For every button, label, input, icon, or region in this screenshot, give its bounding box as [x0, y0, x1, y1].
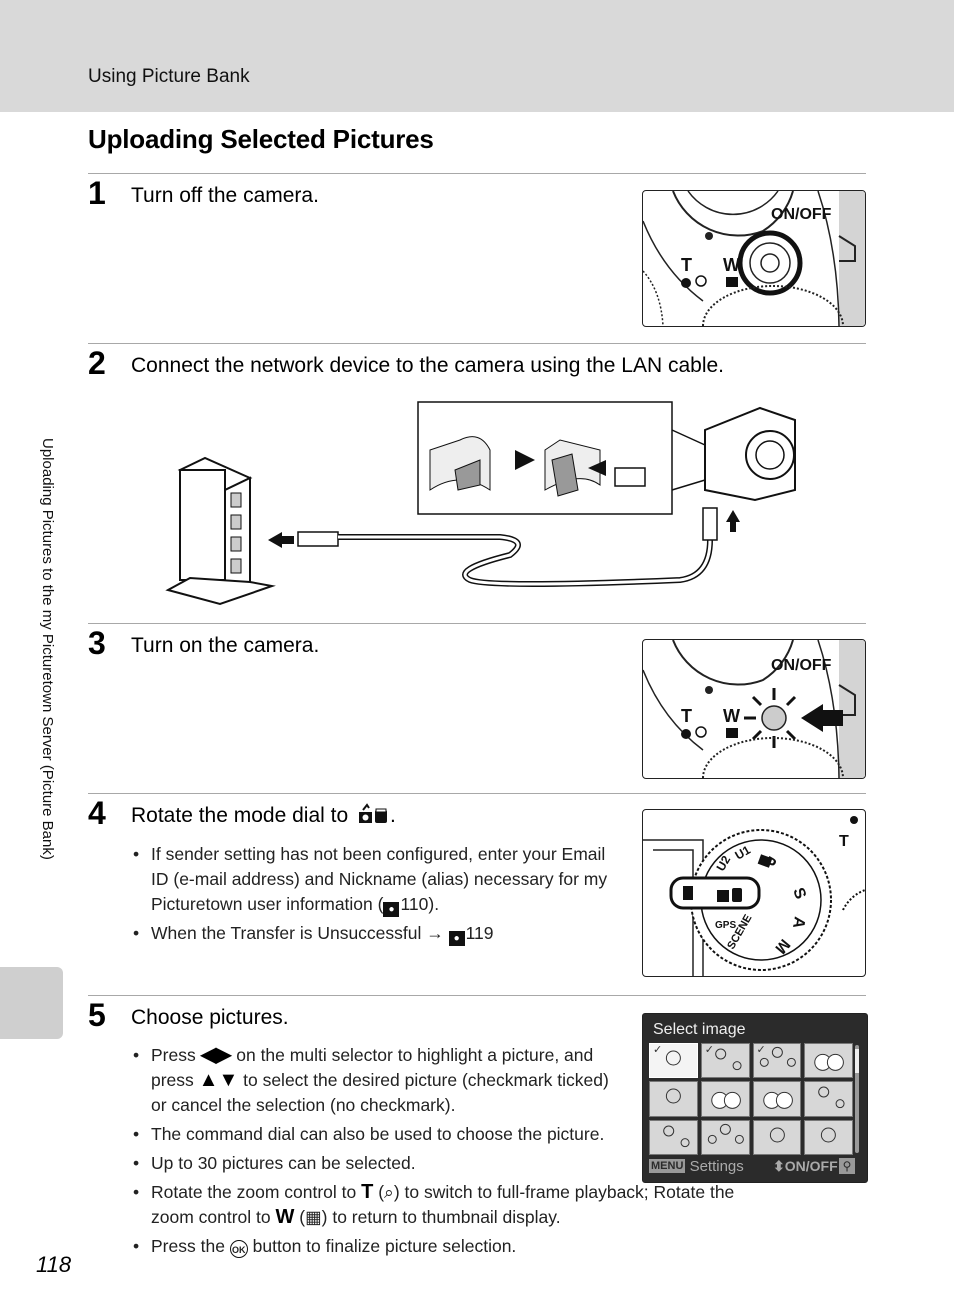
divider: [88, 793, 866, 794]
side-tab-marker: [0, 967, 63, 1039]
bullet-item: • Rotate the zoom control to T (⌕) to swi…: [133, 1181, 735, 1228]
thumbnail[interactable]: ✓: [700, 1043, 750, 1079]
on-off-label: ON/OFF: [771, 206, 832, 223]
step-text-4-label: Rotate the mode dial to: [131, 804, 349, 827]
screen-title: Select image: [653, 1021, 746, 1038]
page-number: 118: [36, 1252, 72, 1277]
zoom-icon: ⚲: [839, 1158, 855, 1174]
network-device-icon: [165, 456, 276, 606]
step-text-1: Turn off the camera.: [131, 184, 319, 207]
step-number-3: 3: [88, 625, 106, 661]
thumbnail[interactable]: [700, 1119, 750, 1155]
thumbnail[interactable]: [804, 1081, 853, 1117]
step-number-1: 1: [88, 175, 106, 211]
checkmark-icon: ✓: [704, 1044, 714, 1056]
thumbnail-image: [805, 1121, 837, 1143]
divider: [88, 343, 866, 344]
section-label: Using Picture Bank: [88, 66, 250, 87]
up-down-arrows-icon: ▲▼: [198, 1069, 239, 1091]
wide-icon: W: [275, 1206, 295, 1228]
checkmark-icon: ✓: [653, 1044, 663, 1056]
header-band: [0, 0, 954, 112]
step-text-5: Choose pictures.: [131, 1006, 289, 1029]
mode-dial-figure: P S A M SCENE GPS U1 U2 T: [642, 809, 866, 977]
step-text-4: Rotate the mode dial to .: [131, 803, 396, 831]
step-number-5: 5: [88, 997, 106, 1033]
tele-label: T: [681, 255, 692, 275]
thumbnail-icon: ▦: [305, 1207, 322, 1227]
on-off-label: ON/OFF: [771, 657, 832, 674]
step-text-3: Turn on the camera.: [131, 634, 320, 657]
wide-label: W: [723, 255, 740, 275]
thumbnail[interactable]: ✓: [752, 1043, 802, 1079]
bullet-item: • Press ◀▶ on the multi selector to highl…: [133, 1044, 609, 1115]
tele-icon: T: [361, 1181, 374, 1203]
screen-footer: MENU Settings ⬍ON/OFF ⚲: [649, 1158, 861, 1178]
dial-label-gps: GPS: [715, 920, 736, 931]
menu-badge: MENU: [649, 1159, 686, 1173]
thumbnail[interactable]: [649, 1119, 698, 1155]
camera-off-figure: ON/OFF T W: [642, 190, 866, 327]
tele-label: T: [681, 706, 692, 726]
divider: [88, 623, 866, 624]
step-4-bullets: • If sender setting has not been configur…: [131, 842, 621, 950]
thumbnail-image: [805, 1082, 845, 1109]
thumbnail[interactable]: [804, 1119, 853, 1155]
thumbnail-image: [754, 1121, 785, 1143]
tele-label: T: [839, 833, 849, 850]
page-title: Uploading Selected Pictures: [88, 124, 434, 154]
checkmark-icon: ✓: [756, 1044, 766, 1056]
step-number-4: 4: [88, 795, 106, 831]
settings-label: Settings: [689, 1158, 744, 1175]
reference-icon: ●: [448, 931, 465, 946]
bullet-item: • Press the OK button to finalize picture…: [133, 1236, 517, 1258]
camera-on-figure: ON/OFF T W: [642, 639, 866, 779]
divider: [88, 173, 866, 174]
thumbnail-grid: ✓ ✓ ✓: [649, 1043, 853, 1155]
lan-connection-figure: [160, 390, 810, 610]
scrollbar-thumb: [855, 1049, 859, 1073]
reference-icon: ●: [383, 902, 400, 917]
thumbnail[interactable]: [700, 1081, 750, 1117]
step-number-2: 2: [88, 345, 106, 381]
thumbnail-image: [650, 1082, 681, 1104]
left-right-arrows-icon: ◀▶: [200, 1044, 232, 1066]
thumbnail[interactable]: [752, 1119, 802, 1155]
ok-button-icon: OK: [229, 1240, 248, 1258]
thumbnail[interactable]: [649, 1081, 698, 1117]
bullet-item: • If sender setting has not been configur…: [133, 844, 608, 917]
select-image-screen: Select image ✓ ✓ ✓ MENU Settings ⬍ON/OFF ⚲: [642, 1013, 868, 1183]
thumbnail-image: [762, 1092, 793, 1110]
side-tab-label: Uploading Pictures to the my Picturetown…: [39, 438, 56, 860]
thumbnail-image: [711, 1092, 741, 1110]
thumbnail-image: [814, 1053, 845, 1071]
scrollbar: [855, 1045, 859, 1153]
step-text-2: Connect the network device to the camera…: [131, 354, 725, 377]
thumbnail[interactable]: [804, 1043, 853, 1079]
divider: [88, 995, 866, 996]
onoff-hint: ⬍ON/OFF: [773, 1158, 838, 1174]
thumbnail[interactable]: ✓: [649, 1043, 698, 1079]
bullet-item: • When the Transfer is Unsuccessful → ● 11…: [133, 923, 494, 946]
thumbnail[interactable]: [752, 1081, 802, 1117]
magnifier-icon: ⌕: [384, 1182, 394, 1202]
picture-bank-mode-icon: [358, 803, 390, 831]
wide-label: W: [723, 706, 740, 726]
thumbnail-image: [702, 1121, 744, 1144]
thumbnail-image: [650, 1121, 690, 1147]
